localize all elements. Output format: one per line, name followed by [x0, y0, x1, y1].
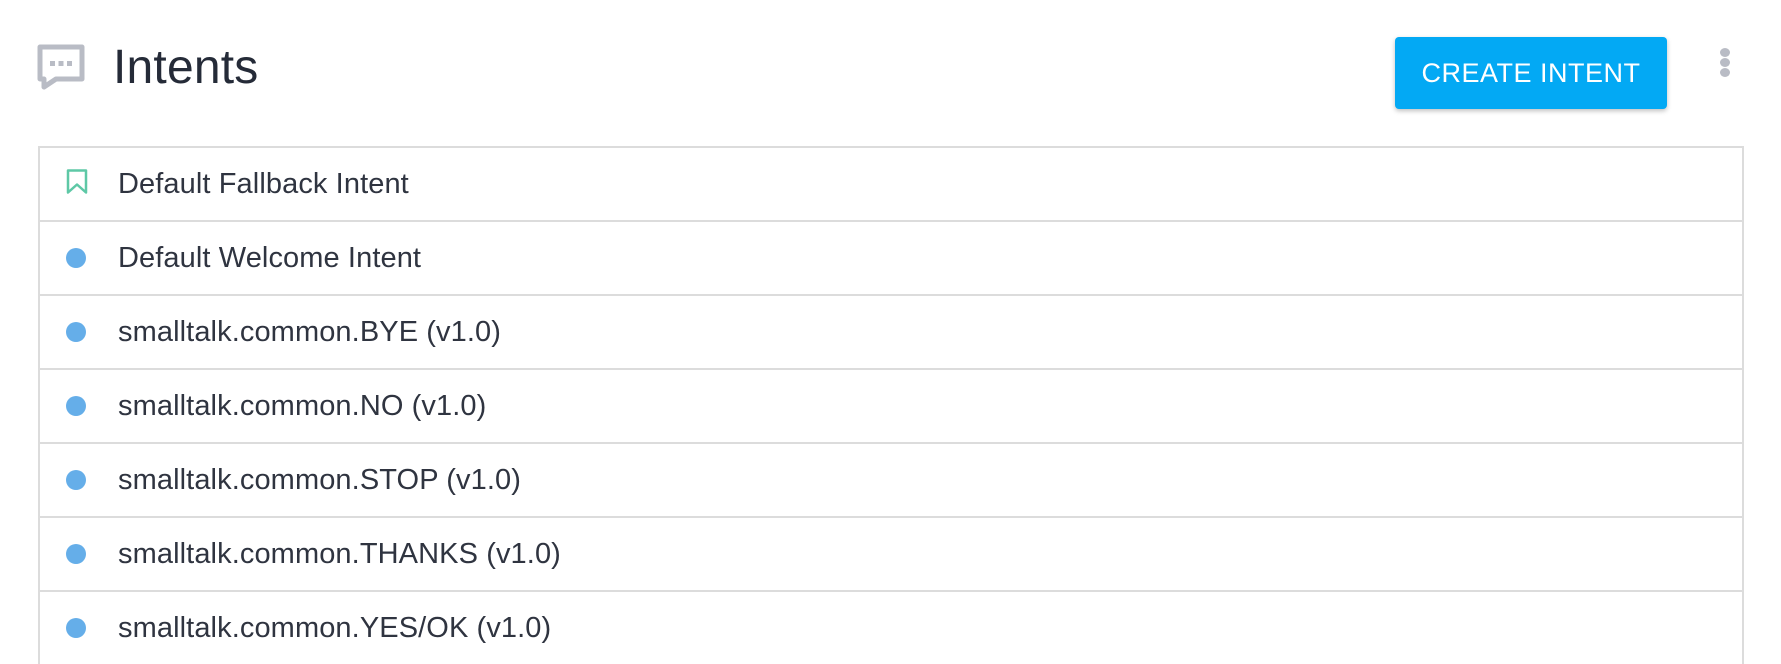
dot-icon: [66, 470, 86, 490]
intent-label: smalltalk.common.NO (v1.0): [118, 389, 487, 422]
intent-row-bye[interactable]: smalltalk.common.BYE (v1.0): [40, 294, 1742, 368]
intent-row-default-fallback[interactable]: Default Fallback Intent: [40, 146, 1742, 220]
dot-icon: [66, 322, 86, 342]
intent-row-default-welcome[interactable]: Default Welcome Intent: [40, 220, 1742, 294]
intent-row-stop[interactable]: smalltalk.common.STOP (v1.0): [40, 442, 1742, 516]
intent-label: Default Fallback Intent: [118, 167, 409, 200]
intent-label: Default Welcome Intent: [118, 241, 422, 274]
intent-row-thanks[interactable]: smalltalk.common.THANKS (v1.0): [40, 516, 1742, 590]
intent-row-no[interactable]: smalltalk.common.NO (v1.0): [40, 368, 1742, 442]
kebab-dot: [1720, 68, 1730, 77]
page-title: Intents: [113, 41, 259, 94]
dot-icon: [66, 396, 86, 416]
kebab-dot: [1720, 48, 1730, 57]
more-vert-icon[interactable]: [1716, 48, 1734, 88]
dot-icon: [66, 248, 86, 268]
intent-label: smalltalk.common.YES/OK (v1.0): [118, 611, 552, 644]
kebab-dot: [1720, 58, 1730, 67]
intent-row-yes-ok[interactable]: smalltalk.common.YES/OK (v1.0): [40, 590, 1742, 664]
intent-label: smalltalk.common.STOP (v1.0): [118, 463, 522, 496]
page-header: Intents CREATE INTENT: [0, 0, 1781, 147]
bookmark-icon: [66, 169, 88, 200]
dot-icon: [66, 544, 86, 564]
intent-label: smalltalk.common.THANKS (v1.0): [118, 537, 561, 570]
intent-label: smalltalk.common.BYE (v1.0): [118, 315, 502, 348]
dot-icon: [66, 618, 86, 638]
chat-bubble-icon: [36, 43, 86, 93]
intent-list: Default Fallback Intent Default Welcome …: [38, 146, 1744, 664]
create-intent-button[interactable]: CREATE INTENT: [1395, 37, 1667, 109]
